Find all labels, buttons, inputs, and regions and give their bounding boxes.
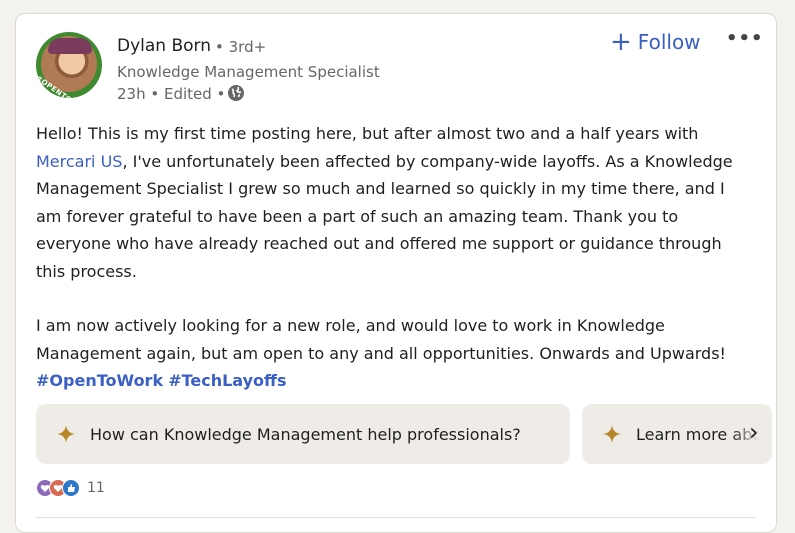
connection-degree: • 3rd+ — [215, 38, 267, 56]
suggestion-label-1: How can Knowledge Management help profes… — [90, 424, 521, 444]
sparkle-icon — [603, 425, 621, 443]
sparkle-icon — [57, 425, 75, 443]
more-options-button[interactable]: ••• — [726, 28, 764, 49]
suggestion-chip-2[interactable]: Learn more about — [582, 404, 772, 464]
plus-icon: + — [610, 27, 632, 57]
post-card: #OPENTOWORK Dylan Born • 3rd+ Knowledge … — [15, 13, 777, 533]
hashtag-open-to-work[interactable]: #OpenToWork — [36, 371, 163, 390]
avatar-hat — [48, 38, 92, 54]
follow-label: Follow — [637, 30, 701, 54]
post-text-2: I am now actively looking for a new role… — [36, 316, 726, 363]
post-text-1a: Hello! This is my first time posting her… — [36, 124, 699, 143]
hashtag-tech-layoffs[interactable]: #TechLayoffs — [168, 371, 286, 390]
post-meta: 23h • Edited • — [117, 85, 226, 103]
post-paragraph-1: Hello! This is my first time posting her… — [36, 120, 736, 285]
post-text-1b: , I've unfortunately been affected by co… — [36, 151, 733, 281]
post-paragraph-2: I am now actively looking for a new role… — [36, 312, 736, 395]
post-body: Hello! This is my first time posting her… — [36, 120, 736, 395]
follow-button[interactable]: + Follow — [610, 27, 701, 57]
globe-icon — [228, 85, 244, 101]
reactions-summary[interactable]: 11 — [36, 478, 105, 498]
author-name[interactable]: Dylan Born — [117, 36, 211, 56]
company-mention-link[interactable]: Mercari US — [36, 152, 122, 171]
chevron-right-icon[interactable]: › — [749, 418, 759, 446]
suggestion-chip-1[interactable]: How can Knowledge Management help profes… — [36, 404, 570, 464]
divider — [36, 517, 756, 518]
reaction-count[interactable]: 11 — [87, 480, 105, 496]
like-icon — [62, 479, 80, 497]
author-headline: Knowledge Management Specialist — [117, 63, 380, 81]
author-avatar[interactable]: #OPENTOWORK — [36, 32, 102, 98]
